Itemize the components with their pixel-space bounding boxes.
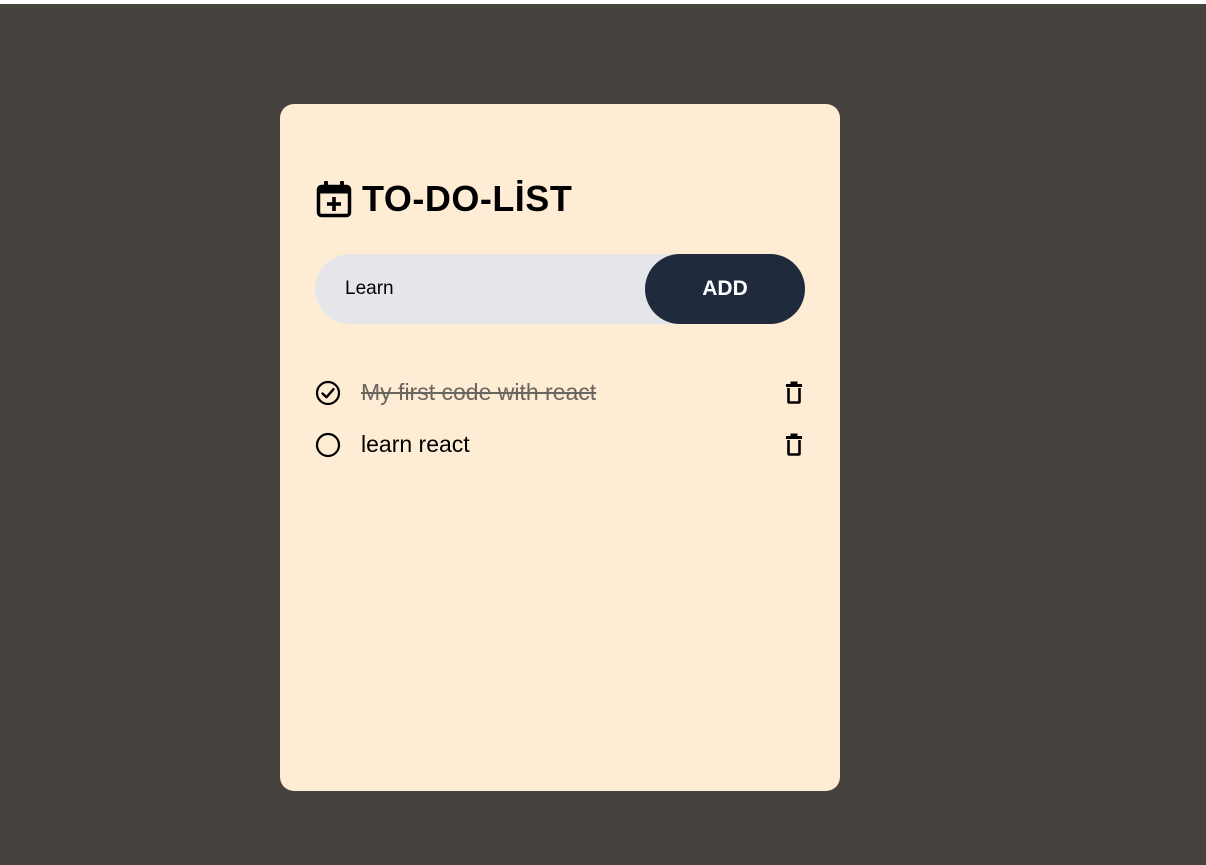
todo-item: learn react [315, 426, 805, 478]
todo-item: My first code with react [315, 374, 805, 426]
add-button[interactable]: ADD [645, 254, 805, 324]
add-task-form: ADD [315, 254, 805, 324]
app-header: TO-DO-LİST [316, 177, 572, 221]
trash-icon[interactable] [783, 432, 805, 456]
calendar-plus-icon [316, 180, 352, 218]
checked-circle-icon[interactable] [315, 380, 341, 406]
todo-list: My first code with react learn react [315, 374, 805, 478]
task-input[interactable] [345, 254, 635, 324]
page-background: TO-DO-LİST ADD My first code with react [0, 4, 1206, 865]
todo-text[interactable]: My first code with react [361, 376, 596, 408]
todo-card: TO-DO-LİST ADD My first code with react [280, 104, 840, 791]
trash-icon[interactable] [783, 380, 805, 404]
todo-text[interactable]: learn react [361, 428, 470, 460]
page-title: TO-DO-LİST [362, 178, 573, 219]
unchecked-circle-icon[interactable] [315, 432, 341, 458]
